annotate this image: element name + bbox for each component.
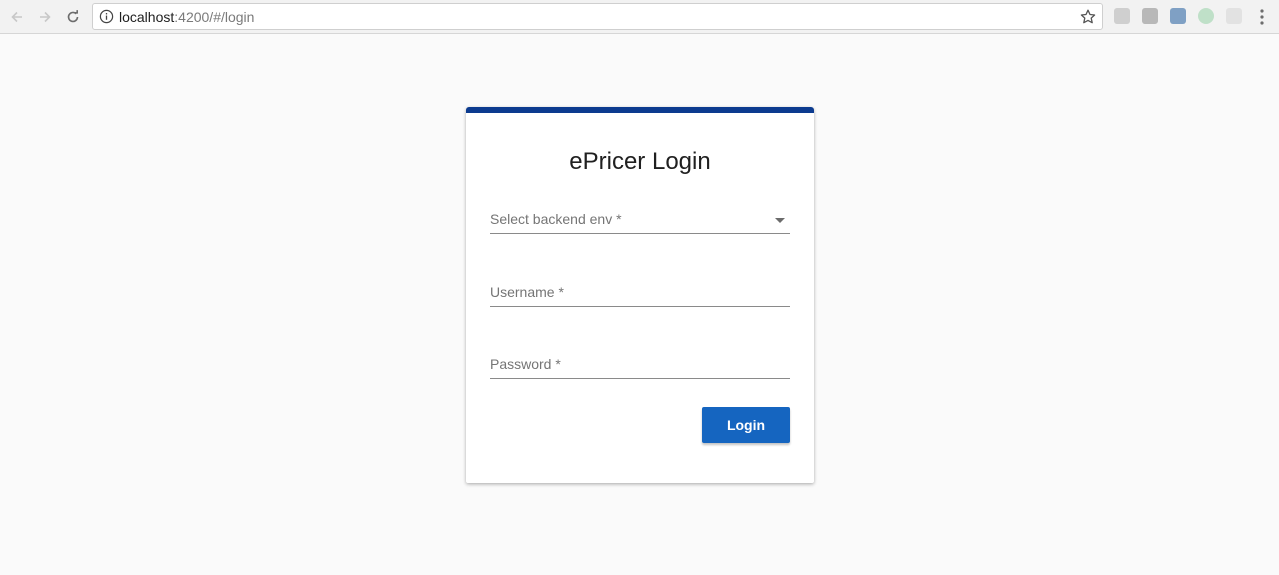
page-title: ePricer Login (569, 148, 711, 175)
username-label: Username * (490, 284, 564, 300)
reload-icon (67, 10, 79, 23)
star-icon[interactable] (1079, 8, 1097, 26)
url-text[interactable]: localhost:4200/#/login (119, 9, 254, 25)
arrow-right-icon (40, 11, 51, 23)
reload-button[interactable] (62, 6, 84, 28)
info-icon[interactable] (99, 9, 114, 24)
username-field[interactable]: Username * (490, 279, 790, 307)
password-field[interactable]: Password * (490, 351, 790, 379)
login-button[interactable]: Login (702, 407, 790, 443)
back-button[interactable] (6, 6, 28, 28)
password-label: Password * (490, 356, 561, 372)
extension-globe-icon[interactable] (1198, 8, 1214, 24)
extension-cast-icon[interactable] (1114, 8, 1130, 24)
dropdown-arrow-icon[interactable] (775, 218, 785, 223)
backend-env-select[interactable]: Select backend env * (490, 206, 790, 234)
address-bar[interactable]: localhost:4200/#/login (92, 3, 1103, 30)
backend-env-label: Select backend env * (490, 211, 622, 227)
extension-puzzle-icon[interactable] (1226, 8, 1242, 24)
forward-button[interactable] (34, 6, 56, 28)
extension-printer-icon[interactable] (1170, 8, 1186, 24)
arrow-left-icon (11, 11, 22, 23)
url-host: localhost (119, 9, 175, 25)
browser-toolbar: localhost:4200/#/login (0, 0, 1279, 34)
more-vert-icon[interactable] (1259, 8, 1265, 26)
extension-window-icon[interactable] (1142, 8, 1158, 24)
url-path: :4200/#/login (174, 9, 255, 25)
login-card: ePricer Login Select backend env * Usern… (466, 107, 814, 483)
